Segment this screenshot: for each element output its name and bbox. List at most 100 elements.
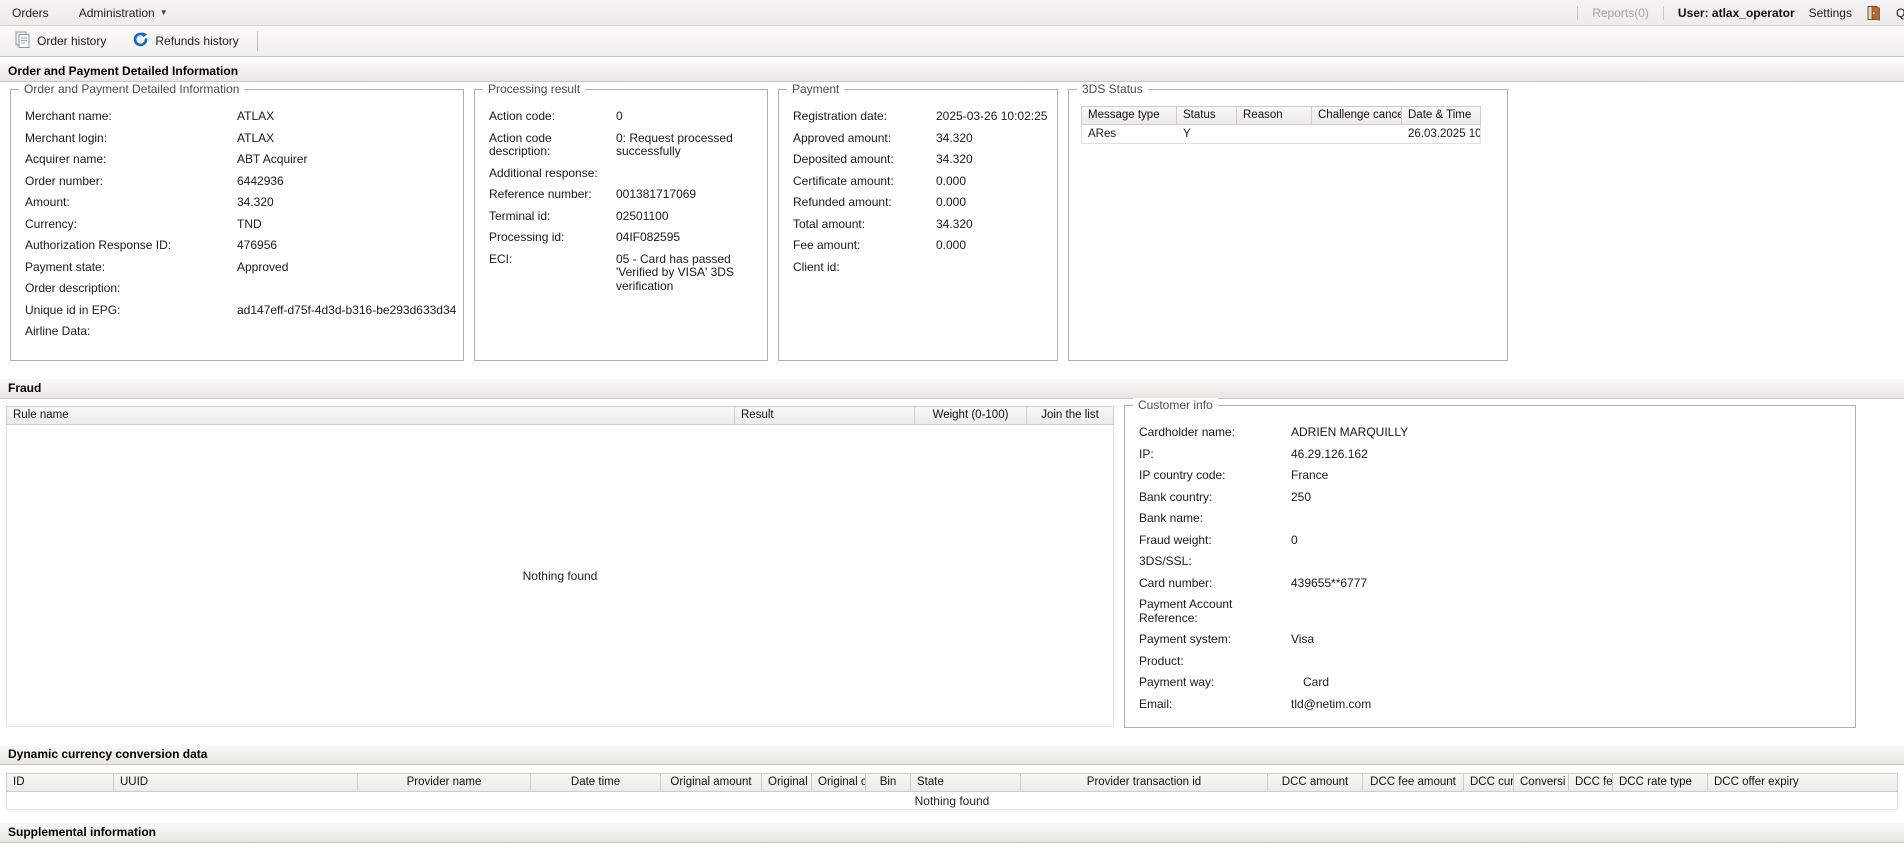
logout-door-icon[interactable] <box>1866 5 1882 21</box>
field-row: Email: tld@netim.com <box>1139 698 1847 712</box>
field-label: Client id: <box>793 261 936 275</box>
field-row: Reference number: 001381717069 <box>489 188 759 202</box>
column-header: State <box>911 774 1021 791</box>
field-value <box>1291 655 1303 669</box>
field-row: 3DS/SSL: <box>1139 555 1847 569</box>
column-header: Conversi <box>1514 774 1569 791</box>
field-label: Reference number: <box>489 188 616 202</box>
field-value: 34.320 <box>936 132 973 146</box>
fraud-table: Rule name Result Weight (0-100) Join the… <box>6 406 1114 727</box>
column-header: Join the list <box>1027 407 1113 424</box>
field-value: ADRIEN MARQUILLY <box>1291 426 1408 440</box>
field-label: Merchant login: <box>25 132 237 146</box>
field-label: Currency: <box>25 218 237 232</box>
menu-quit[interactable]: Quit <box>1896 6 1904 20</box>
field-value: 439655**6777 <box>1291 577 1367 591</box>
fraud-empty-text: Nothing found <box>523 569 598 583</box>
field-value: 34.320 <box>936 218 973 232</box>
column-header: Result <box>735 407 915 424</box>
menu-orders[interactable]: Orders <box>12 6 49 20</box>
field-value: 476956 <box>237 239 277 253</box>
column-header: Original amount <box>661 774 762 791</box>
field-value: 2025-03-26 10:02:25 <box>936 110 1047 124</box>
field-label: Deposited amount: <box>793 153 936 167</box>
field-value: France <box>1291 469 1328 483</box>
field-row: Additional response: <box>489 167 759 181</box>
column-header: DCC rate type <box>1613 774 1708 791</box>
field-label: Unique id in EPG: <box>25 304 237 318</box>
fraud-table-body: Nothing found <box>6 425 1114 727</box>
field-label: Acquirer name: <box>25 153 237 167</box>
field-label: Fee amount: <box>793 239 936 253</box>
refunds-history-button[interactable]: Refunds history <box>126 28 244 54</box>
column-header: Original c <box>812 774 866 791</box>
field-value: 0: Request processed successfully <box>616 132 746 159</box>
field-label: Cardholder name: <box>1139 426 1291 440</box>
field-row: Airline Data: <box>25 325 455 339</box>
field-row: IP country code: France <box>1139 469 1847 483</box>
customer-info-fieldset: Customer info Cardholder name: ADRIEN MA… <box>1124 405 1856 728</box>
field-value: 0.000 <box>936 175 966 189</box>
field-label: Merchant name: <box>25 110 237 124</box>
field-row: Action code description: 0: Request proc… <box>489 132 759 159</box>
field-label: Bank country: <box>1139 491 1291 505</box>
field-label: IP: <box>1139 448 1291 462</box>
column-header: DCC curr <box>1464 774 1514 791</box>
field-row: Action code: 0 <box>489 110 759 124</box>
order-history-icon <box>14 31 31 51</box>
field-row: Acquirer name: ABT Acquirer <box>25 153 455 167</box>
field-label: Payment way: <box>1139 676 1291 690</box>
threeds-legend: 3DS Status <box>1077 82 1148 96</box>
field-label: Airline Data: <box>25 325 237 339</box>
field-value: TND <box>237 218 262 232</box>
field-label: Approved amount: <box>793 132 936 146</box>
field-value: 04IF082595 <box>616 231 746 245</box>
column-header: DCC fee amount <box>1363 774 1464 791</box>
field-row: Bank country: 250 <box>1139 491 1847 505</box>
field-label: IP country code: <box>1139 469 1291 483</box>
field-label: Order description: <box>25 282 237 296</box>
field-row: Unique id in EPG: ad147eff-d75f-4d3d-b31… <box>25 304 455 318</box>
field-label: Terminal id: <box>489 210 616 224</box>
menu-settings[interactable]: Settings <box>1809 6 1852 20</box>
processing-result-legend: Processing result <box>483 82 585 96</box>
field-row: Payment state: Approved <box>25 261 455 275</box>
dcc-table: ID UUID Provider name Date time Original… <box>6 773 1898 810</box>
field-label: Email: <box>1139 698 1291 712</box>
order-info-fieldset: Order and Payment Detailed Information M… <box>10 89 464 361</box>
field-value: Visa <box>1291 633 1314 647</box>
field-row: Fraud weight: 0 <box>1139 534 1847 548</box>
menu-administration-label: Administration <box>79 6 155 20</box>
field-row: Payment system: Visa <box>1139 633 1847 647</box>
menu-reports: Reports(0) <box>1592 6 1649 20</box>
cell-reason <box>1237 125 1312 143</box>
field-label: Card number: <box>1139 577 1291 591</box>
field-label: ECI: <box>489 253 616 294</box>
menu-administration[interactable]: Administration ▼ <box>79 6 168 20</box>
section-header-fraud: Fraud <box>0 378 1904 399</box>
field-value: 34.320 <box>936 153 973 167</box>
cell-message-type: ARes <box>1082 125 1177 143</box>
field-row: Payment way: Card <box>1139 676 1847 690</box>
order-history-button[interactable]: Order history <box>8 28 112 54</box>
field-value: ad147eff-d75f-4d3d-b316-be293d633d34 <box>237 304 456 318</box>
column-header: UUID <box>114 774 358 791</box>
field-value: 34.320 <box>237 196 274 210</box>
order-history-label: Order history <box>37 34 106 48</box>
cell-status: Y <box>1177 125 1237 143</box>
field-label: Amount: <box>25 196 237 210</box>
table-row: ARes Y 26.03.2025 10:03:01 <box>1082 125 1480 144</box>
field-label: Certificate amount: <box>793 175 936 189</box>
order-info-legend: Order and Payment Detailed Information <box>19 82 244 96</box>
column-header: Bin <box>866 774 911 791</box>
field-row: Client id: <box>793 261 1049 275</box>
threeds-table: Message type Status Reason Challenge can… <box>1081 106 1481 144</box>
field-row: Total amount: 34.320 <box>793 218 1049 232</box>
field-row: Deposited amount: 34.320 <box>793 153 1049 167</box>
toolbar: Order history Refunds history <box>0 26 1904 57</box>
field-label: Payment state: <box>25 261 237 275</box>
field-label: Payment Account Reference: <box>1139 598 1291 625</box>
field-row: ECI: 05 - Card has passed 'Verified by V… <box>489 253 759 294</box>
field-row: Certificate amount: 0.000 <box>793 175 1049 189</box>
menu-separator <box>1663 6 1664 20</box>
